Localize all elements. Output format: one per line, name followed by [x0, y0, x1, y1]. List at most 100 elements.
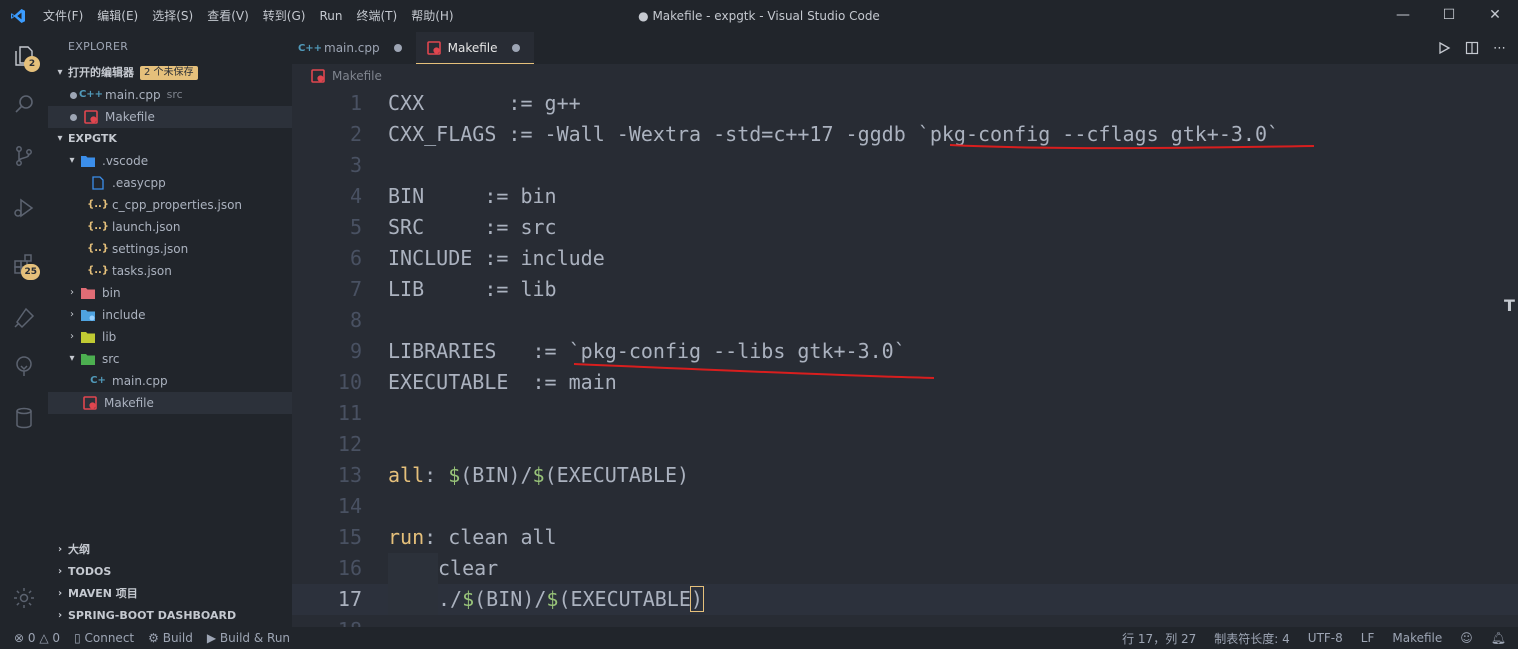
- folder-include-icon: [80, 307, 96, 323]
- tree-label: bin: [102, 286, 121, 300]
- chevron-right-icon: ›: [57, 566, 63, 577]
- unsaved-badge: 2 个未保存: [140, 66, 198, 80]
- tree-file-c-cpp-properties[interactable]: {..} c_cpp_properties.json: [48, 194, 292, 216]
- tree-file-launch[interactable]: {..} launch.json: [48, 216, 292, 238]
- spring-boot-section[interactable]: › SPRING-BOOT DASHBOARD: [48, 605, 292, 627]
- tree-file-easycpp[interactable]: .easycpp: [48, 172, 292, 194]
- tab-makefile[interactable]: Makefile: [415, 32, 534, 64]
- code-editor[interactable]: 1 CXX := g++ 2 CXX_FLAGS := -Wall -Wextra …: [292, 88, 1518, 627]
- search-icon: [15, 95, 33, 113]
- menu-file[interactable]: 文件(F): [36, 0, 90, 32]
- close-button[interactable]: ✕: [1472, 0, 1518, 32]
- menu-view[interactable]: 查看(V): [200, 0, 256, 32]
- menu-run[interactable]: Run: [312, 0, 349, 32]
- minimize-button[interactable]: —: [1380, 0, 1426, 32]
- unsaved-dot-icon[interactable]: [393, 44, 402, 52]
- maven-section[interactable]: › MAVEN 项目: [48, 583, 292, 605]
- end-of-line[interactable]: LF: [1361, 631, 1375, 645]
- tree-label: Makefile: [104, 396, 154, 410]
- chevron-right-icon: ›: [70, 309, 74, 320]
- cpp-file-icon: C+: [90, 375, 106, 386]
- problems-indicator[interactable]: ⊗ 0 △ 0: [14, 631, 60, 645]
- unsaved-dot-icon: [70, 91, 77, 99]
- play-icon: ▶: [206, 631, 217, 645]
- annotation-underline-cflags: [949, 144, 1315, 150]
- folder-vscode-icon: [80, 153, 96, 169]
- cpp-file-icon: C++: [297, 42, 323, 54]
- open-editor-main-cpp[interactable]: C++ main.cpp src: [48, 84, 292, 106]
- run-icon[interactable]: [1437, 41, 1451, 55]
- cursor-position[interactable]: 行 17，列 27: [1122, 630, 1196, 647]
- open-editors-section[interactable]: ▾ 打开的编辑器 2 个未保存: [48, 62, 292, 84]
- feedback-icon[interactable]: ☺: [1460, 631, 1473, 645]
- tree-folder-bin[interactable]: › bin: [48, 282, 292, 304]
- json-icon: {..}: [87, 243, 109, 254]
- menu-go[interactable]: 转到(G): [256, 0, 313, 32]
- notifications-bell-icon[interactable]: 🔔︎: [1491, 631, 1506, 645]
- build-run-button[interactable]: ▶ Build & Run: [207, 631, 290, 645]
- file-label: main.cpp: [105, 88, 161, 102]
- database-activity-button[interactable]: [0, 394, 48, 442]
- chevron-right-icon: ›: [70, 331, 74, 342]
- explorer-sidebar: EXPLORER ▾ 打开的编辑器 2 个未保存 C++ main.cpp sr…: [48, 32, 292, 627]
- tree-file-settings[interactable]: {..} settings.json: [48, 238, 292, 260]
- todos-section[interactable]: › TODOS: [48, 561, 292, 583]
- menu-terminal[interactable]: 终端(T): [349, 0, 404, 32]
- remote-activity-button[interactable]: [0, 342, 48, 390]
- makefile-icon: [426, 40, 442, 56]
- menu-edit[interactable]: 编辑(E): [90, 0, 145, 32]
- tab-size[interactable]: 制表符长度: 4: [1214, 630, 1290, 647]
- testing-activity-button[interactable]: [0, 294, 48, 342]
- window-controls: — ☐ ✕: [1380, 0, 1518, 32]
- error-count: 0: [27, 631, 36, 645]
- tab-label: Makefile: [447, 40, 498, 55]
- connect-label: Connect: [84, 631, 135, 645]
- tab-main-cpp[interactable]: C++ main.cpp: [292, 32, 416, 64]
- tree-file-makefile[interactable]: Makefile: [48, 392, 292, 414]
- tree-folder-lib[interactable]: › lib: [48, 326, 292, 348]
- source-control-activity-button[interactable]: [0, 132, 48, 180]
- open-editor-makefile[interactable]: Makefile: [48, 106, 292, 128]
- cpp-file-icon: C++: [78, 89, 104, 100]
- split-editor-icon[interactable]: [1465, 41, 1479, 55]
- tree-label: .vscode: [102, 154, 149, 168]
- project-section[interactable]: ▾ EXPGTK: [48, 128, 292, 150]
- run-debug-activity-button[interactable]: [0, 184, 48, 232]
- open-editors-label: 打开的编辑器: [68, 66, 134, 79]
- chevron-right-icon: ›: [57, 544, 63, 555]
- tree-icon: [16, 356, 32, 376]
- outline-section[interactable]: › 大纲: [48, 539, 292, 561]
- build-button[interactable]: ⚙ Build: [148, 631, 193, 645]
- tree-folder-include[interactable]: › include: [48, 304, 292, 326]
- tree-file-main-cpp[interactable]: C+ main.cpp: [48, 370, 292, 392]
- more-actions-icon[interactable]: ⋯: [1493, 41, 1506, 56]
- connect-button[interactable]: ▯ Connect: [74, 631, 134, 645]
- extensions-activity-button[interactable]: 25: [0, 240, 48, 288]
- breadcrumb[interactable]: Makefile: [292, 64, 1518, 88]
- tree-label: launch.json: [112, 220, 181, 234]
- tree-file-tasks[interactable]: {..} tasks.json: [48, 260, 292, 282]
- menu-help[interactable]: 帮助(H): [404, 0, 460, 32]
- folder-bin-icon: [80, 285, 96, 301]
- menu-selection[interactable]: 选择(S): [145, 0, 200, 32]
- encoding[interactable]: UTF-8: [1308, 631, 1343, 645]
- build-label: Build: [162, 631, 193, 645]
- breadcrumb-label: Makefile: [332, 69, 382, 83]
- maximize-button[interactable]: ☐: [1426, 0, 1472, 32]
- settings-activity-button[interactable]: [0, 574, 48, 622]
- tree-folder-src[interactable]: ▾ src: [48, 348, 292, 370]
- status-right: 行 17，列 27 制表符长度: 4 UTF-8 LF Makefile ☺ 🔔…: [1122, 630, 1506, 647]
- tree-label: .easycpp: [112, 176, 166, 190]
- section-label: SPRING-BOOT DASHBOARD: [68, 609, 237, 622]
- tree-label: src: [102, 352, 120, 366]
- red-underline-annotations: [573, 144, 1315, 379]
- tree-label: include: [102, 308, 146, 322]
- title-bar: 文件(F) 编辑(E) 选择(S) 查看(V) 转到(G) Run 终端(T) …: [0, 0, 1518, 32]
- unsaved-dot-icon[interactable]: [511, 43, 520, 52]
- search-activity-button[interactable]: [0, 80, 48, 128]
- tree-folder-vscode[interactable]: ▾ .vscode: [48, 150, 292, 172]
- explorer-activity-button[interactable]: 2: [0, 32, 48, 80]
- editor-area: C++ main.cpp Makefile ⋯ Makefile 1 CXX :=…: [292, 32, 1518, 627]
- language-mode[interactable]: Makefile: [1392, 631, 1442, 645]
- json-icon: {..}: [87, 221, 109, 232]
